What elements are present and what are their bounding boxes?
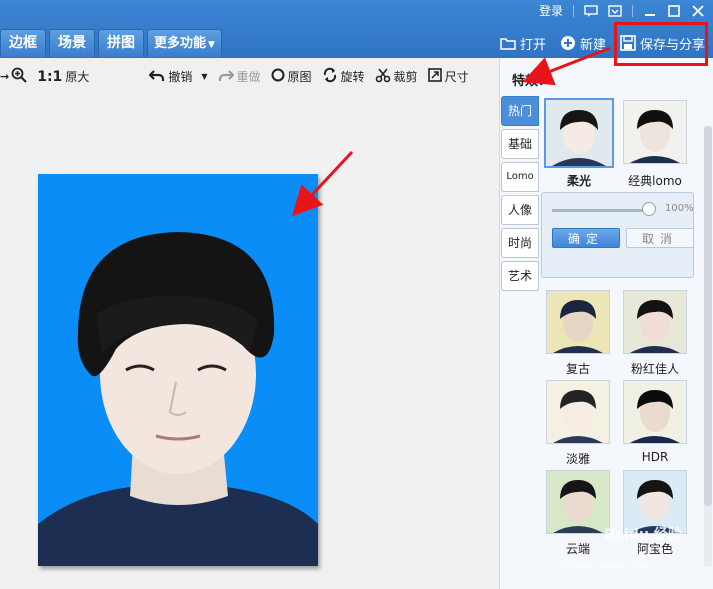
edit-toolbar: → 1:1 原大 撤销 ▼ 重做 原图 旋转 裁剪 尺寸	[0, 58, 499, 95]
category-tab-basic[interactable]: 基础	[501, 129, 539, 159]
new-label: 新建	[579, 37, 606, 53]
undo-label: 撤销	[168, 70, 193, 84]
redo-button[interactable]: 重做	[218, 68, 261, 85]
tab-more-functions[interactable]: 更多功能 ▼	[147, 29, 222, 57]
original-image-button[interactable]: 原图	[271, 68, 312, 85]
effect-label-pink-beauty: 粉红佳人	[630, 362, 679, 376]
undo-dropdown-icon[interactable]: ▼	[201, 72, 207, 81]
message-icon[interactable]	[584, 4, 598, 17]
original-size-button[interactable]: 1:1 原大	[37, 68, 89, 85]
resize-button[interactable]: 尺寸	[427, 68, 469, 85]
pan-tool[interactable]: →	[0, 70, 9, 83]
effect-thumb-elegant[interactable]	[546, 380, 610, 444]
effects-panel: 特效： 热门 基础 Lomo 人像 时尚 艺术 柔光 经典lomo 100% 确…	[499, 58, 713, 589]
login-link[interactable]: 登录	[539, 2, 563, 19]
open-button[interactable]: 打开	[500, 34, 546, 53]
category-tab-lomo[interactable]: Lomo	[501, 162, 539, 192]
original-image-label: 原图	[287, 70, 312, 84]
intensity-slider-thumb[interactable]	[642, 202, 656, 216]
effect-category-tabs: 热门 基础 Lomo 人像 时尚 艺术	[501, 96, 539, 294]
baidu-watermark: Baidu 经验	[604, 527, 682, 543]
original-size-label: 原大	[65, 70, 90, 84]
effects-title: 特效：	[512, 74, 552, 89]
zoom-in-icon	[11, 67, 27, 86]
main-tabs: 边框 场景 拼图 更多功能 ▼	[0, 29, 222, 58]
intensity-slider-track[interactable]	[552, 209, 648, 212]
effect-thumb-hdr[interactable]	[623, 380, 687, 444]
tab-collage[interactable]: 拼图	[98, 29, 144, 57]
rotate-icon	[322, 67, 338, 86]
effect-thumb-classic-lomo[interactable]	[623, 100, 687, 164]
save-highlight-box	[614, 22, 708, 66]
arrow-right-icon: →	[0, 70, 10, 83]
open-label: 打开	[519, 37, 546, 53]
menu-icon[interactable]	[608, 4, 622, 17]
category-tab-fashion[interactable]: 时尚	[501, 228, 539, 258]
rotate-label: 旋转	[340, 70, 365, 84]
close-icon[interactable]	[691, 4, 705, 17]
effect-thumb-cloud[interactable]	[546, 470, 610, 534]
effect-label-elegant: 淡雅	[565, 452, 590, 466]
plus-circle-icon	[560, 35, 576, 51]
ratio-label: 1:1	[37, 68, 63, 85]
category-tab-popular[interactable]: 热门	[501, 96, 539, 126]
redo-label: 重做	[236, 70, 261, 84]
redo-icon	[218, 68, 235, 85]
divider	[632, 4, 633, 17]
circle-icon	[271, 68, 285, 85]
effect-label-soft-light: 柔光	[566, 174, 591, 188]
crop-label: 裁剪	[393, 70, 418, 84]
size-label: 尺寸	[444, 70, 469, 84]
tab-more-label: 更多功能	[154, 36, 207, 51]
effect-thumb-soft-light[interactable]	[544, 98, 614, 168]
minimize-icon[interactable]	[643, 5, 657, 17]
id-photo	[38, 174, 318, 566]
cancel-button[interactable]: 取消	[626, 228, 694, 248]
effect-thumb-pink-beauty[interactable]	[623, 290, 687, 354]
effect-thumb-vintage[interactable]	[546, 290, 610, 354]
confirm-button[interactable]: 确定	[552, 228, 620, 248]
tab-border[interactable]: 边框	[0, 29, 46, 57]
scissors-icon	[375, 67, 391, 86]
category-tab-art[interactable]: 艺术	[501, 261, 539, 291]
folder-icon	[500, 35, 516, 51]
panel-scrollbar[interactable]	[704, 126, 712, 566]
window-controls: 登录	[539, 2, 705, 19]
caret-down-icon: ▼	[208, 40, 215, 50]
panel-scrollbar-thumb[interactable]	[704, 126, 712, 506]
undo-button[interactable]: 撤销 ▼	[148, 68, 208, 85]
effect-label-hdr: HDR	[641, 450, 669, 464]
effect-label-vintage: 复古	[565, 362, 590, 376]
maximize-icon[interactable]	[667, 4, 681, 17]
rotate-button[interactable]: 旋转	[322, 67, 365, 86]
baidu-watermark-url: jingyan.baidu.com	[560, 560, 653, 571]
intensity-value: 100%	[665, 203, 694, 214]
tab-scene[interactable]: 场景	[49, 29, 95, 57]
divider	[573, 4, 574, 17]
undo-icon	[148, 68, 165, 85]
category-tab-portrait[interactable]: 人像	[501, 195, 539, 225]
effect-adjust-popup: 100% 确定 取消	[541, 192, 694, 278]
effect-label-classic-lomo: 经典lomo	[628, 174, 682, 188]
zoom-in-button[interactable]	[11, 67, 27, 86]
crop-button[interactable]: 裁剪	[375, 67, 418, 86]
resize-icon	[427, 68, 442, 85]
title-bar: 登录 边框 场景 拼图 更多功能 ▼ 打开 新建 保存与分享	[0, 0, 713, 58]
new-button[interactable]: 新建	[560, 34, 606, 53]
